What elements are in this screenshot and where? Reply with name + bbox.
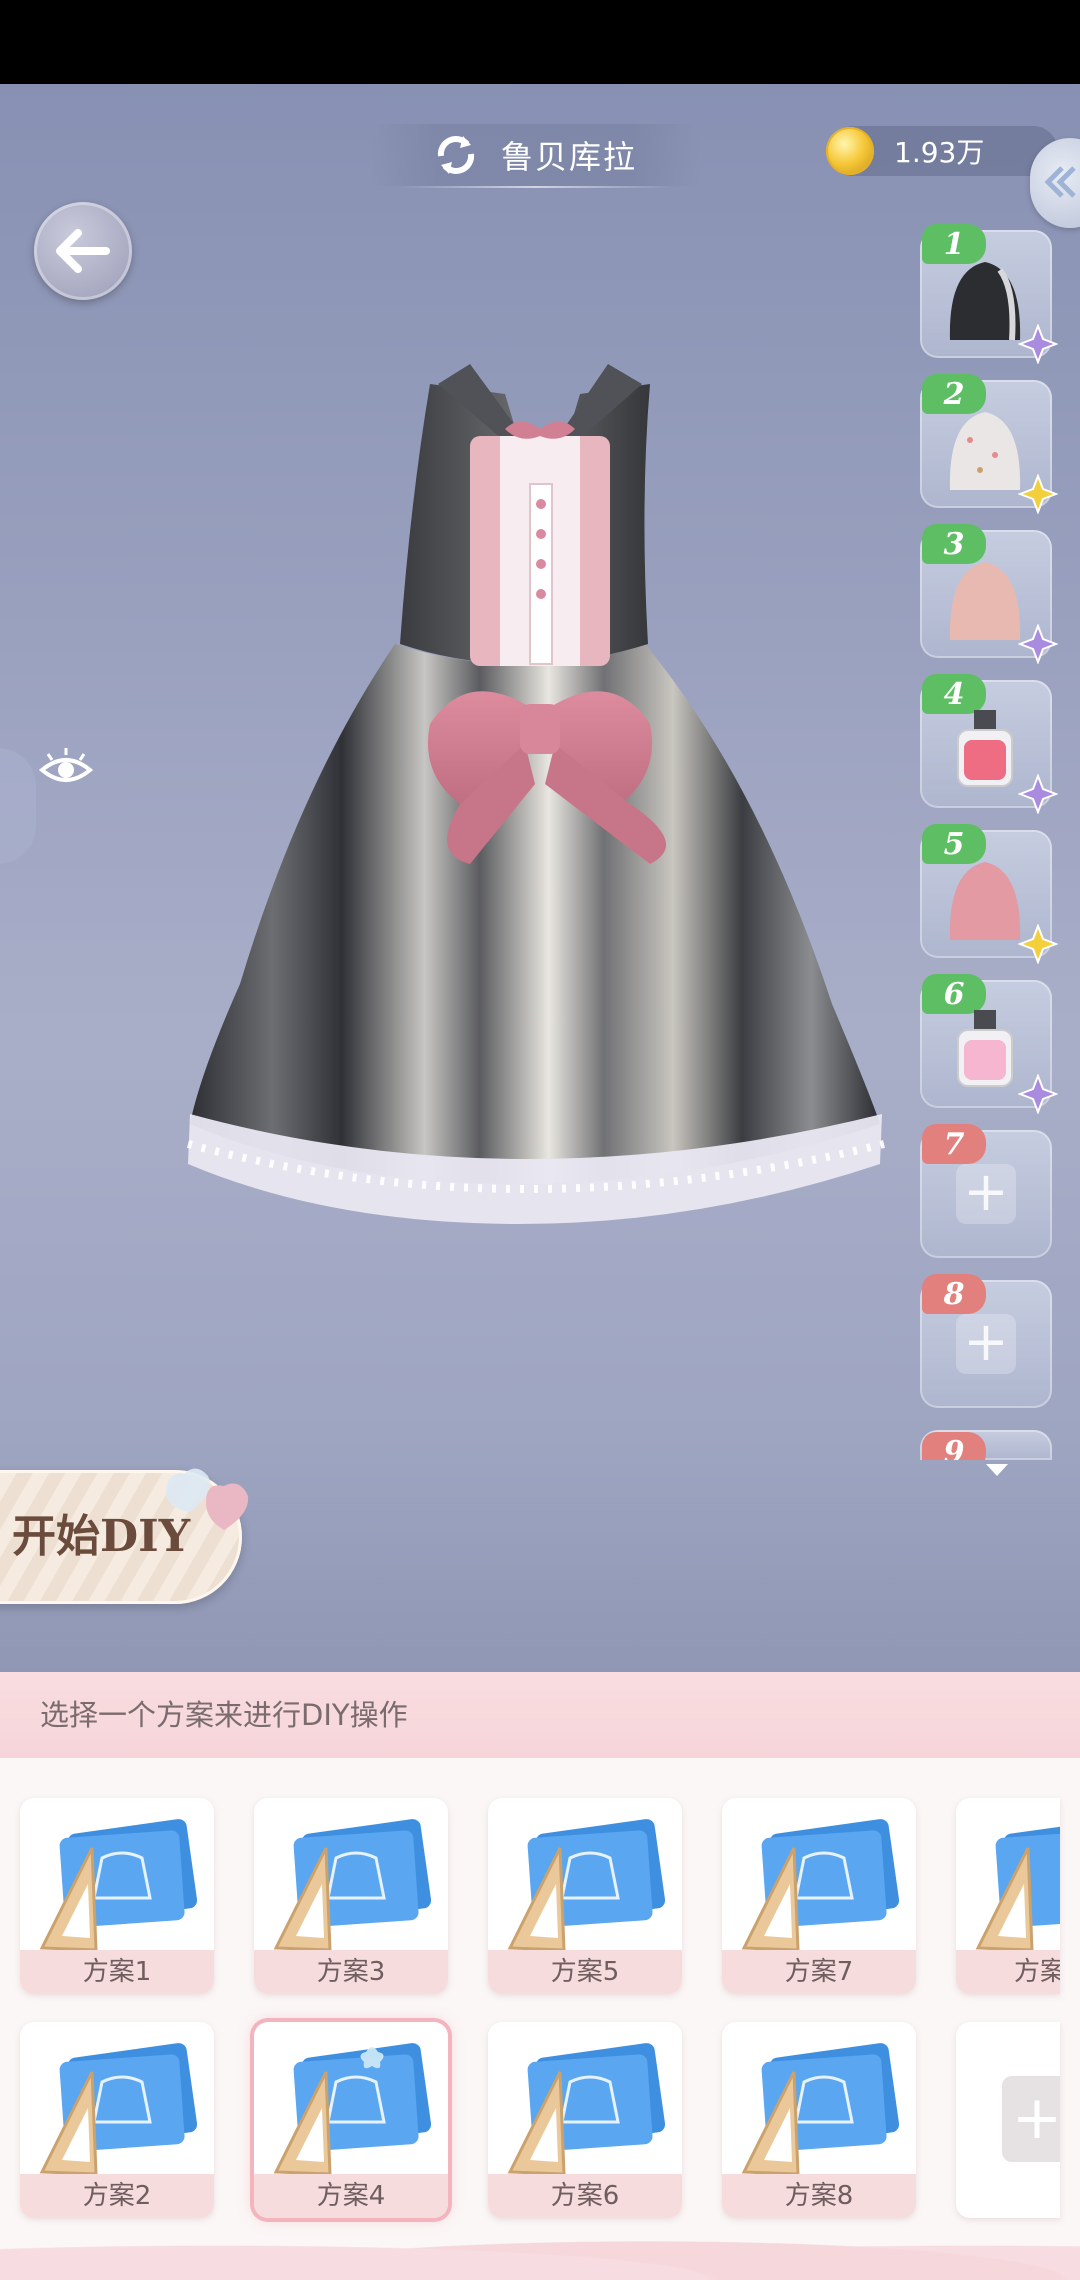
blueprint-ruler-icon [507, 2043, 666, 2176]
double-chevron-left-icon [1044, 166, 1076, 198]
refresh-icon[interactable] [433, 132, 479, 178]
status-bar [0, 0, 1080, 84]
plan-card[interactable]: 方案3 [254, 1798, 448, 1994]
plan-label: 方案6 [488, 2174, 682, 2218]
slot-number-badge: 7 [922, 1124, 986, 1164]
blueprint-ruler-icon [273, 1819, 432, 1952]
add-icon: + [1002, 2076, 1060, 2162]
purple-star-icon [1018, 774, 1058, 814]
pink-dye-icon [949, 862, 1021, 940]
plan-label: 方案8 [722, 2174, 916, 2218]
blueprint-ruler-icon [741, 2043, 900, 2176]
plan-label: 方案3 [254, 1950, 448, 1994]
outfit-title-bar[interactable]: 鲁贝库拉 [370, 124, 700, 188]
add-plan-card[interactable]: + [956, 2022, 1060, 2218]
blueprint-ruler-icon [273, 2043, 432, 2176]
plan-card[interactable]: 方案9 [956, 1798, 1060, 1994]
hearts-decoration-icon [166, 1468, 249, 1530]
purple-star-icon [1018, 624, 1058, 664]
add-icon: + [956, 1164, 1016, 1224]
black-dye-icon [949, 262, 1021, 341]
material-slot[interactable]: 3 [920, 524, 1058, 664]
blueprint-ruler-icon [39, 2043, 198, 2176]
panel-prompt: 选择一个方案来进行DIY操作 [0, 1672, 1080, 1758]
material-slot[interactable]: 6 [920, 974, 1058, 1114]
outfit-title: 鲁贝库拉 [500, 138, 637, 176]
plan-grid: 方案1 方案3 方案5 方案7 方案 方案2 方案4 方案6 方案8 + [0, 1758, 1080, 2280]
gold-star-icon [1018, 924, 1058, 964]
slot-number-badge: 8 [922, 1274, 986, 1314]
currency-amount: 1.93万 [894, 136, 985, 169]
eye-icon[interactable] [38, 748, 94, 792]
chevron-down-icon[interactable] [986, 1464, 1008, 1476]
blueprint-ruler-icon [39, 1819, 198, 1952]
plan-label: 方案1 [20, 1950, 214, 1994]
material-slot[interactable]: 5 [920, 824, 1058, 964]
plan-card[interactable]: 方案7 [722, 1798, 916, 1994]
plan-card[interactable]: 方案1 [20, 1798, 214, 1994]
plan-card[interactable]: 方案2 [20, 2022, 214, 2218]
plan-card[interactable]: 方案8 [722, 2022, 916, 2218]
plan-label: 方案4 [254, 2174, 448, 2218]
gold-star-icon [1018, 474, 1058, 514]
white-pattern-icon [949, 412, 1021, 490]
plan-label: 方案9 [956, 1950, 1060, 1994]
diy-plan-panel: 选择一个方案来进行DIY操作 方案1 方案3 方案5 方案7 方案 方案2 方案… [0, 1672, 1080, 2280]
blueprint-ruler-icon [507, 1819, 666, 1952]
plan-card[interactable]: 方案5 [488, 1798, 682, 1994]
material-slot-empty[interactable]: 7 + [920, 1124, 1052, 1258]
slot-number-badge: 9 [922, 1432, 986, 1460]
plan-label: 方案5 [488, 1950, 682, 1994]
material-slot-empty[interactable]: 8 + [920, 1274, 1052, 1408]
plan-card[interactable]: 方案6 [488, 2022, 682, 2218]
cloud-decoration [0, 2220, 1080, 2280]
plan-card-selected[interactable]: 方案4 [254, 2022, 448, 2218]
dress-preview-scene: 鲁贝库拉 1.93万 1 2 3 4 5 6 7 + 8 + 9 开始DIY [0, 84, 1080, 1674]
add-icon: + [956, 1314, 1016, 1374]
purple-star-icon [1018, 324, 1058, 364]
coin-icon [826, 127, 874, 175]
light-pink-dye-icon [949, 562, 1021, 640]
blueprint-ruler-icon [741, 1819, 900, 1952]
plan-label: 方案2 [20, 2174, 214, 2218]
material-slot[interactable]: 4 [920, 674, 1058, 814]
purple-star-icon [1018, 1074, 1058, 1114]
currency-display: 1.93万 [826, 126, 1058, 176]
blueprint-ruler-icon [975, 1819, 1060, 1952]
nail-polish-icon [957, 710, 1013, 787]
nail-polish-icon [957, 1010, 1013, 1087]
material-slot[interactable]: 1 [920, 224, 1058, 364]
material-slot[interactable]: 2 [920, 374, 1058, 514]
back-button[interactable] [34, 202, 132, 300]
plan-label: 方案7 [722, 1950, 916, 1994]
dress-illustration [186, 364, 885, 1224]
material-slot-empty[interactable]: 9 [920, 1430, 1052, 1460]
arrow-left-icon [56, 229, 110, 273]
